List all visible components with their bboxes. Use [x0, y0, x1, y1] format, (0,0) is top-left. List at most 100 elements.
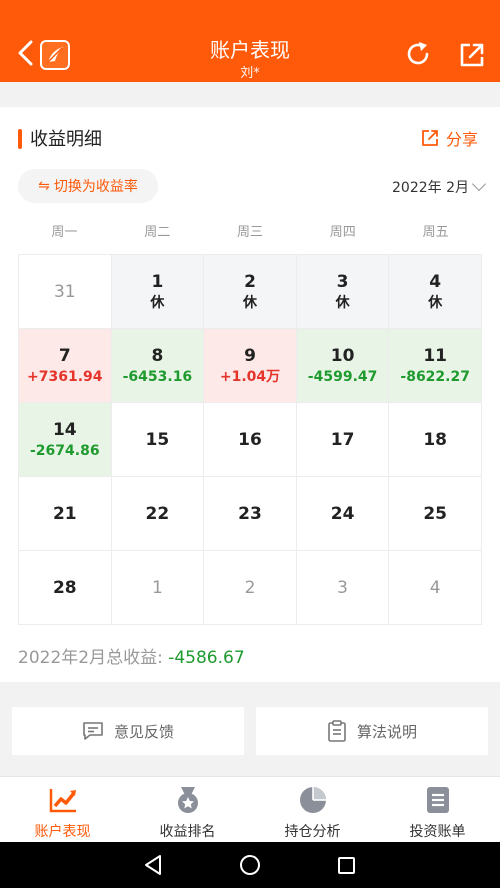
day-number: 10 [330, 345, 355, 366]
total-label: 2022年2月总收益: [18, 648, 169, 668]
day-number: 31 [53, 281, 76, 302]
day-number: 1 [151, 271, 164, 292]
day-earnings: -2674.86 [30, 442, 100, 459]
calendar-day-cell[interactable]: 15 [111, 403, 205, 477]
feedback-button[interactable]: 意见反馈 [12, 707, 244, 755]
day-earnings: -6453.16 [122, 368, 193, 385]
weekday-header: 周一 周二 周三 周四 周五 [18, 221, 482, 241]
calendar-day-cell[interactable]: 1休 [111, 255, 205, 329]
calendar-day-cell[interactable]: 2 [204, 551, 297, 625]
day-earnings: 休 [150, 294, 165, 311]
day-earnings: 休 [242, 294, 257, 311]
day-number: 28 [52, 577, 77, 598]
day-number: 3 [336, 271, 349, 292]
monthly-total: 2022年2月总收益: -4586.67 [18, 643, 245, 668]
weekday-label: 周二 [144, 225, 171, 240]
calendar-day-cell[interactable]: 3 [296, 551, 390, 625]
tab-label: 投资账单 [409, 824, 466, 840]
weekday-label: 周四 [329, 225, 356, 240]
toggle-label: 切换为收益率 [53, 179, 138, 195]
calendar-day-cell[interactable]: 31 [19, 255, 112, 329]
month-selector[interactable]: 2022年 2月 [392, 176, 487, 197]
earnings-card: 收益明细 分享 ⇋ 切换为收益率 2022年 2月 周一 周二 周三 周四 周五… [0, 107, 500, 682]
calendar-day-cell[interactable]: 3休 [296, 255, 390, 329]
system-nav-bar [0, 842, 500, 888]
toggle-yield-button[interactable]: ⇋ 切换为收益率 [18, 169, 158, 203]
weekday-label: 周一 [51, 225, 78, 240]
calendar-day-cell[interactable]: 17 [296, 403, 390, 477]
day-earnings: -8622.27 [400, 368, 470, 385]
app-header: 账户表现 刘* [0, 0, 500, 82]
day-number: 9 [244, 345, 256, 366]
swap-icon: ⇋ [38, 178, 50, 194]
calendar-day-cell[interactable]: 24 [296, 477, 390, 551]
tab-label: 持仓分析 [284, 824, 341, 840]
nav-home-icon[interactable] [240, 855, 260, 875]
tab-label: 收益排名 [159, 824, 216, 840]
day-number: 2 [244, 271, 256, 292]
day-earnings: +7361.94 [27, 368, 103, 385]
tab-earnings-ranking[interactable]: 收益排名 [125, 777, 250, 842]
medal-icon [177, 787, 198, 813]
tab-label: 账户表现 [34, 824, 91, 840]
message-icon [83, 722, 103, 740]
day-number: 15 [145, 429, 170, 450]
pie-chart-icon [299, 787, 326, 813]
weekday-label: 周五 [422, 225, 449, 240]
calendar-day-cell[interactable]: 23 [204, 477, 297, 551]
calendar-day-cell[interactable]: 14 -2674.86 [19, 403, 112, 477]
section-accent-bar [18, 129, 22, 149]
calendar-day-cell[interactable]: 21 [19, 477, 112, 551]
calendar-day-cell[interactable]: 2休 [204, 255, 297, 329]
day-earnings: +1.04万 [219, 368, 281, 385]
day-earnings: -4599.47 [307, 368, 378, 385]
calendar-grid: 31 1 休 2 休 3 休 4 休 7 +7361.94 8 -6453.16 9 +1.04万 10 -45… [18, 254, 482, 625]
algorithm-info-button[interactable]: 算法说明 [256, 707, 488, 755]
day-number: 4 [429, 271, 442, 292]
share-button[interactable]: 分享 [420, 125, 478, 151]
tab-investment-statement[interactable]: 投资账单 [375, 777, 500, 842]
feedback-label: 意见反馈 [113, 722, 174, 741]
day-number: 24 [330, 503, 355, 524]
algorithm-label: 算法说明 [356, 722, 417, 741]
calendar-day-cell[interactable]: 4休 [389, 255, 482, 329]
calendar-day-cell[interactable]: 1 [111, 551, 205, 625]
document-icon [426, 787, 449, 813]
day-number: 23 [238, 503, 262, 524]
clipboard-icon [328, 720, 346, 742]
day-number: 21 [52, 503, 77, 524]
month-label: 2022年 2月 [392, 180, 469, 196]
calendar-day-cell[interactable]: 25 [389, 477, 482, 551]
day-number: 22 [145, 503, 170, 524]
calendar-day-cell[interactable]: 11 -8622.27 [389, 329, 482, 403]
day-number: 25 [423, 503, 448, 524]
day-number: 11 [423, 345, 448, 366]
calendar-day-cell[interactable]: 9 +1.04万 [204, 329, 297, 403]
day-number: 2 [244, 577, 256, 598]
day-number: 16 [238, 429, 262, 450]
calendar-day-cell[interactable]: 18 [389, 403, 482, 477]
calendar-day-cell[interactable]: 8 -6453.16 [111, 329, 205, 403]
tab-account-performance[interactable]: 账户表现 [0, 777, 125, 842]
calendar-day-cell[interactable]: 16 [204, 403, 297, 477]
chevron-down-icon [471, 176, 487, 192]
day-earnings: 休 [428, 294, 443, 311]
day-number: 1 [151, 577, 163, 598]
calendar-day-cell[interactable]: 4 [389, 551, 482, 625]
section-title: 收益明细 [30, 129, 102, 150]
share-label: 分享 [446, 130, 479, 149]
calendar-day-cell[interactable]: 22 [111, 477, 205, 551]
day-number: 4 [429, 577, 441, 598]
calendar-day-cell[interactable]: 10 -4599.47 [296, 329, 390, 403]
trend-chart-icon [49, 789, 76, 813]
tab-holdings-analysis[interactable]: 持仓分析 [250, 777, 375, 842]
share-icon [422, 130, 438, 146]
calendar-day-cell[interactable]: 28 [19, 551, 112, 625]
nav-recent-apps-icon[interactable] [338, 857, 355, 874]
refresh-icon[interactable] [404, 40, 432, 68]
bottom-tab-bar: 账户表现 收益排名 持仓分析 投资账单 [0, 776, 500, 842]
day-number: 17 [330, 429, 355, 450]
open-external-icon[interactable] [458, 41, 486, 69]
nav-back-icon[interactable] [143, 854, 163, 876]
calendar-day-cell[interactable]: 7 +7361.94 [19, 329, 112, 403]
